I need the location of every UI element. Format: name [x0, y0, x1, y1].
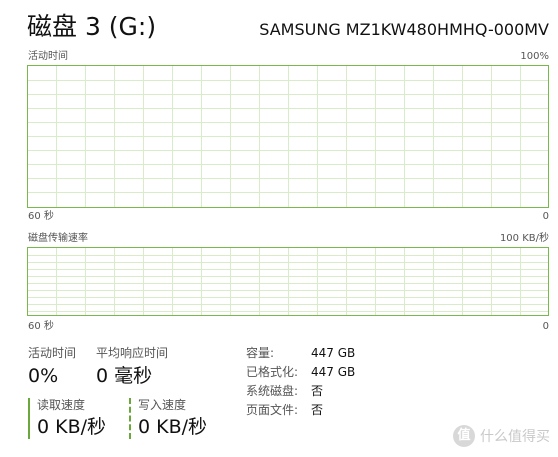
disk-title: 磁盘 3 (G:): [27, 12, 157, 41]
transfer-grid: [28, 248, 548, 315]
response-time-label: 平均响应时间: [96, 346, 169, 360]
read-speed-label: 读取速度: [37, 398, 86, 412]
pagefile-label: 页面文件:: [246, 403, 299, 417]
write-speed-label: 写入速度: [138, 398, 187, 412]
capacity-value: 447 GB: [311, 346, 356, 360]
transfer-graph-label: 磁盘传输速率: [28, 233, 88, 244]
system-disk-value: 否: [311, 384, 324, 398]
pagefile-value: 否: [311, 403, 324, 417]
transfer-graph-min: 0: [542, 321, 549, 332]
write-speed-indicator: [129, 398, 131, 439]
formatted-value: 447 GB: [311, 365, 356, 379]
activity-graph-time: 60 秒: [28, 211, 54, 222]
activity-graph-label: 活动时间: [28, 51, 68, 62]
write-speed-value: 0 KB/秒: [138, 416, 208, 438]
activity-graph: [27, 65, 549, 208]
system-disk-label: 系统磁盘:: [246, 384, 299, 398]
transfer-graph: [27, 247, 549, 316]
capacity-label: 容量:: [246, 346, 275, 360]
formatted-label: 已格式化:: [246, 365, 299, 379]
read-speed-indicator: [28, 398, 30, 439]
disk-model: SAMSUNG MZ1KW480HMHQ-000MV: [259, 20, 549, 39]
activity-grid: [28, 66, 548, 207]
active-time-label: 活动时间: [28, 346, 77, 360]
transfer-graph-time: 60 秒: [28, 321, 54, 332]
transfer-graph-max: 100 KB/秒: [499, 233, 549, 244]
watermark-text: 什么值得买: [480, 429, 550, 445]
watermark-logo-icon: 值: [453, 425, 475, 447]
activity-graph-min: 0: [542, 211, 549, 222]
response-time-value: 0 毫秒: [96, 365, 153, 387]
active-time-value: 0%: [28, 365, 59, 387]
read-speed-value: 0 KB/秒: [37, 416, 107, 438]
watermark: 值 什么值得买: [453, 425, 550, 447]
activity-graph-max: 100%: [520, 51, 549, 62]
